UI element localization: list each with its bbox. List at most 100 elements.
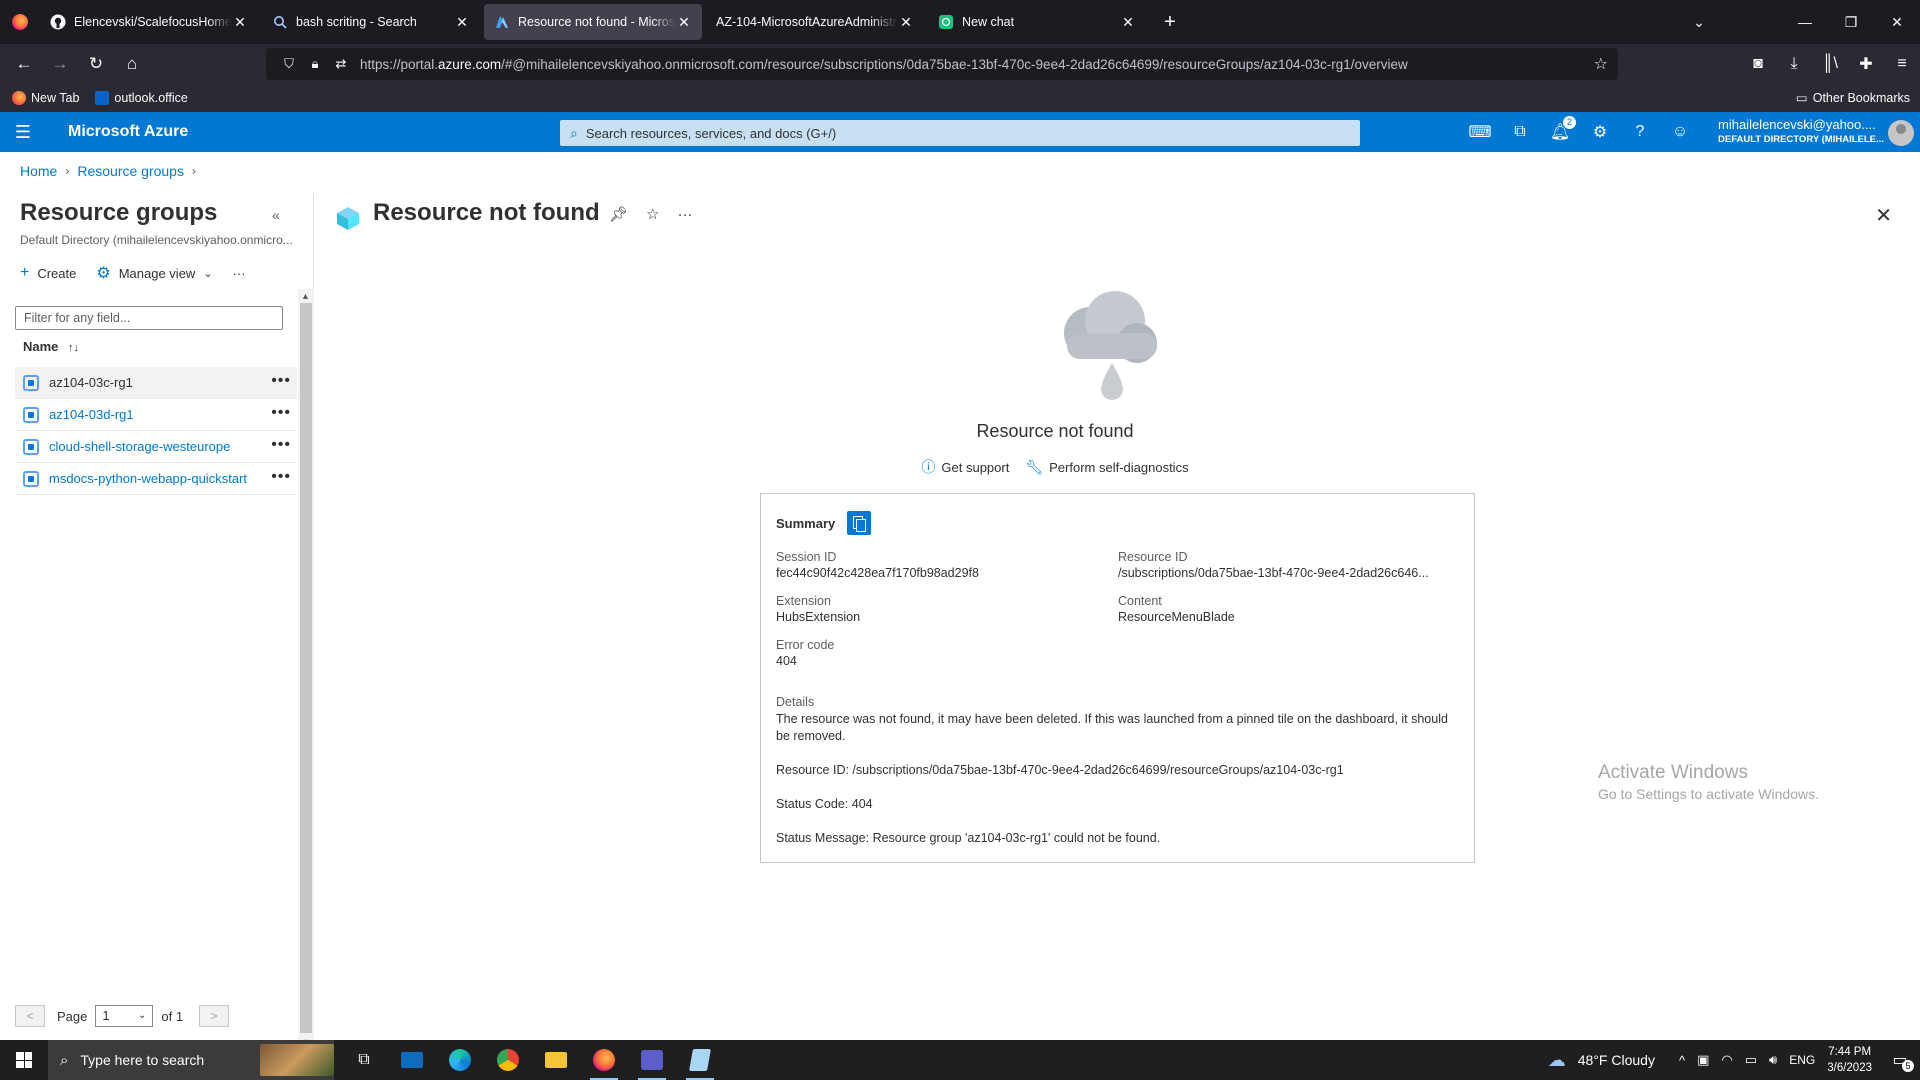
browser-tab-github[interactable]: Elencevski/ScalefocusHomework ✕: [40, 4, 258, 40]
url-text[interactable]: https://portal.azure.com/#@mihailelencev…: [360, 57, 1408, 72]
permissions-icon[interactable]: ⇄: [328, 56, 354, 72]
file-explorer-icon[interactable]: [532, 1040, 580, 1080]
search-highlight-image[interactable]: [260, 1044, 334, 1076]
resource-group-link[interactable]: az104-03d-rg1: [49, 407, 134, 422]
list-item[interactable]: msdocs-python-webapp-quickstart •••: [15, 463, 297, 495]
start-button[interactable]: [0, 1040, 48, 1080]
notepad-icon[interactable]: [676, 1040, 724, 1080]
browser-tab-bing[interactable]: bash scriting - Search ✕: [262, 4, 480, 40]
list-item[interactable]: cloud-shell-storage-westeurope •••: [15, 431, 297, 463]
favorite-star-icon[interactable]: ☆: [646, 205, 659, 223]
close-tab-icon[interactable]: ✕: [1120, 14, 1136, 31]
collapse-blade-icon[interactable]: «: [272, 207, 280, 223]
forward-icon[interactable]: →: [42, 48, 78, 80]
resource-group-link[interactable]: az104-03c-rg1: [49, 375, 133, 390]
close-window-icon[interactable]: ✕: [1874, 0, 1920, 44]
feedback-icon[interactable]: ☺: [1660, 123, 1700, 141]
meet-now-icon[interactable]: ▣: [1697, 1052, 1709, 1068]
browser-tab-az104[interactable]: AZ-104-MicrosoftAzureAdministrator ✕: [706, 4, 924, 40]
restore-icon[interactable]: ❐: [1828, 0, 1874, 44]
downloads-icon[interactable]: ⤓: [1776, 55, 1812, 73]
browser-tab-azure[interactable]: Resource not found - Microsoft Azure ✕: [484, 4, 702, 40]
more-options-icon[interactable]: •••: [271, 468, 291, 486]
global-search-input[interactable]: ⌕ Search resources, services, and docs (…: [560, 120, 1360, 146]
more-actions-icon[interactable]: ···: [233, 266, 246, 281]
shield-icon[interactable]: ⛉: [276, 56, 302, 72]
firefox-menu-icon[interactable]: [0, 0, 40, 44]
manage-view-button[interactable]: ⚙ Manage view ⌄: [96, 263, 212, 283]
resource-group-link[interactable]: cloud-shell-storage-westeurope: [49, 439, 230, 454]
more-options-icon[interactable]: •••: [271, 372, 291, 390]
portal-menu-icon[interactable]: ☰: [0, 112, 46, 152]
column-header-name[interactable]: Name ↑↓: [23, 339, 79, 354]
firefox-taskbar-icon[interactable]: [580, 1040, 628, 1080]
help-icon[interactable]: ?: [1620, 123, 1660, 141]
filter-input[interactable]: [15, 306, 283, 330]
account-menu[interactable]: mihailelencevski@yahoo.... DEFAULT DIREC…: [1718, 117, 1890, 145]
wrench-icon: 🔧︎: [1025, 458, 1044, 475]
breadcrumb-home[interactable]: Home: [20, 163, 57, 179]
pocket-icon[interactable]: ◙: [1740, 55, 1776, 73]
language-indicator[interactable]: ENG: [1789, 1053, 1815, 1067]
scroll-up-icon[interactable]: ▲: [301, 291, 310, 301]
copy-icon[interactable]: [847, 511, 872, 535]
extensions-icon[interactable]: ✚: [1848, 54, 1884, 74]
close-tab-icon[interactable]: ✕: [898, 14, 914, 31]
pin-icon[interactable]: 📌︎: [609, 205, 628, 223]
close-tab-icon[interactable]: ✕: [676, 14, 692, 31]
bookmark-star-icon[interactable]: ☆: [1594, 54, 1608, 74]
minimize-icon[interactable]: —: [1782, 0, 1828, 44]
page-select[interactable]: 1 ⌄: [95, 1005, 154, 1027]
battery-icon[interactable]: ▭: [1745, 1052, 1757, 1068]
cloud-shell-icon[interactable]: ⌨: [1460, 122, 1500, 142]
settings-gear-icon[interactable]: ⚙: [1580, 122, 1620, 142]
library-icon[interactable]: ║\: [1812, 55, 1848, 73]
menu-icon[interactable]: ≡: [1884, 55, 1920, 73]
list-all-tabs-icon[interactable]: ⌄: [1676, 0, 1722, 44]
more-options-icon[interactable]: •••: [271, 404, 291, 422]
resource-group-link[interactable]: msdocs-python-webapp-quickstart: [49, 471, 247, 486]
chevron-up-icon[interactable]: ^: [1679, 1053, 1685, 1068]
other-bookmarks[interactable]: ▭ Other Bookmarks: [1796, 90, 1910, 106]
bookmark-new-tab[interactable]: New Tab: [12, 91, 79, 105]
scrollbar-thumb[interactable]: [300, 303, 312, 1033]
avatar[interactable]: [1888, 120, 1914, 146]
reload-icon[interactable]: ↻: [78, 48, 114, 80]
notifications-icon[interactable]: 🔔︎ 2: [1540, 116, 1580, 142]
close-tab-icon[interactable]: ✕: [454, 14, 470, 31]
list-item[interactable]: az104-03c-rg1 •••: [15, 367, 297, 399]
previous-page-button[interactable]: <: [15, 1005, 45, 1027]
chrome-icon[interactable]: [484, 1040, 532, 1080]
home-icon[interactable]: ⌂: [114, 48, 150, 80]
back-icon[interactable]: ←: [6, 48, 42, 80]
bookmark-outlook[interactable]: outlook.office: [95, 91, 188, 105]
teams-icon[interactable]: [628, 1040, 676, 1080]
weather-text[interactable]: 48°F Cloudy: [1578, 1052, 1655, 1068]
volume-icon[interactable]: 🔊︎: [1769, 1052, 1777, 1068]
network-icon[interactable]: ◠: [1721, 1052, 1732, 1068]
weather-cloud-icon[interactable]: ☁: [1548, 1050, 1566, 1071]
close-blade-icon[interactable]: ✕: [1875, 203, 1892, 228]
url-bar[interactable]: ⛉ 🔒︎ ⇄ https://portal.azure.com/#@mihail…: [266, 48, 1618, 80]
browser-tab-new-chat[interactable]: New chat ✕: [928, 4, 1146, 40]
edge-icon[interactable]: [436, 1040, 484, 1080]
taskbar-search-input[interactable]: ⌕ Type here to search: [48, 1040, 334, 1080]
clock[interactable]: 7:44 PM 3/6/2023: [1827, 1044, 1872, 1076]
vertical-scrollbar[interactable]: ▲ ▼: [298, 289, 314, 1049]
azure-brand[interactable]: Microsoft Azure: [68, 123, 188, 141]
self-diagnostics-link[interactable]: 🔧︎ Perform self-diagnostics: [1025, 457, 1188, 477]
close-tab-icon[interactable]: ✕: [232, 14, 248, 31]
directories-filter-icon[interactable]: ⧉: [1500, 123, 1540, 141]
get-support-link[interactable]: ⓘ Get support: [921, 457, 1009, 477]
action-center-icon[interactable]: ▭ 5: [1880, 1040, 1920, 1080]
new-tab-button[interactable]: +: [1156, 8, 1184, 36]
breadcrumb-resource-groups[interactable]: Resource groups: [77, 163, 184, 179]
list-item[interactable]: az104-03d-rg1 •••: [15, 399, 297, 431]
create-button[interactable]: + Create: [20, 264, 76, 282]
mail-icon[interactable]: [388, 1040, 436, 1080]
more-actions-icon[interactable]: ···: [678, 206, 693, 223]
lock-icon[interactable]: 🔒︎: [302, 56, 328, 72]
next-page-button[interactable]: >: [199, 1005, 230, 1027]
more-options-icon[interactable]: •••: [271, 436, 291, 454]
task-view-icon[interactable]: ⧉: [340, 1040, 388, 1080]
